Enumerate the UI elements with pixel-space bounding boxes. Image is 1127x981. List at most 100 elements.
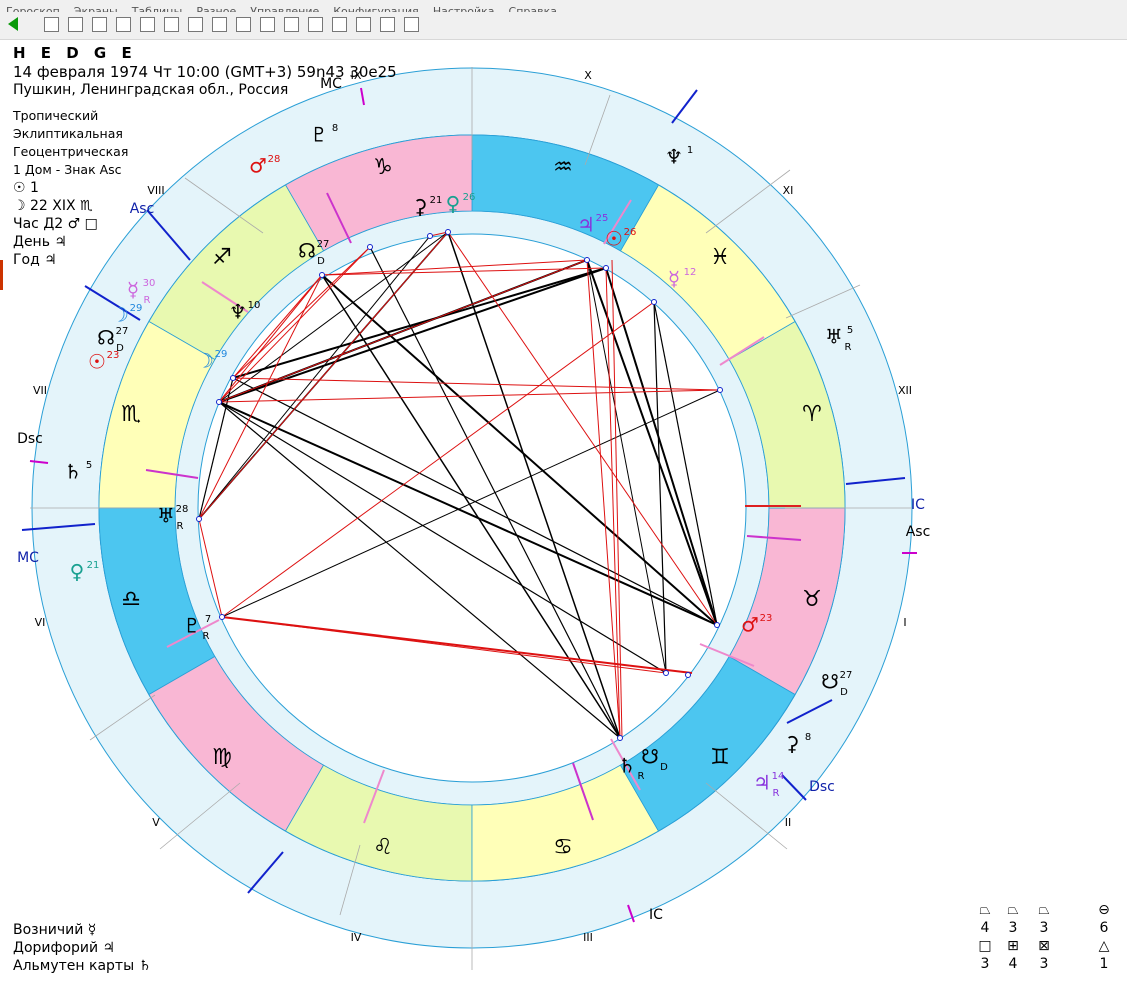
- chart-name: H E D G E: [13, 44, 137, 62]
- horoscope-wheel: ♈♉♊♋♌♍♎♏♐♑ ♒♓IIIIIIIVVVIVIIVIIIIX XXIXIIAs…: [17, 67, 930, 970]
- aspect-symbol: ⊖: [1098, 902, 1110, 918]
- aspect-symbol: ⏢: [1007, 902, 1019, 918]
- aspect-count: 4: [1008, 956, 1018, 972]
- planet-position-dot: [603, 265, 609, 271]
- planet-degree: 1: [687, 145, 693, 156]
- planet-degree: 10: [248, 300, 261, 311]
- transit-planet-glyph: ♀: [70, 560, 85, 584]
- sun-phase: ☉ 1: [13, 180, 39, 196]
- transit-planet-glyph: ♃: [753, 771, 771, 795]
- transit-planet-glyph: ☊: [97, 326, 115, 350]
- zodiac-sign-glyph: ♊: [710, 745, 730, 770]
- planet-degree: 28: [176, 504, 189, 515]
- ic-label: IC: [911, 497, 925, 513]
- birth-place: Пушкин, Ленинградская обл., Россия: [13, 82, 289, 98]
- planet-position-dot: [367, 244, 373, 250]
- zodiac-sign-glyph: ♉: [802, 587, 822, 612]
- planet-degree: 5: [847, 325, 853, 336]
- house-numeral: XI: [783, 184, 794, 197]
- zodiac-sign-glyph: ♑: [373, 155, 393, 180]
- planet-position-dot: [230, 375, 236, 381]
- house-numeral: VIII: [147, 184, 164, 197]
- planet-degree: 29: [130, 303, 143, 314]
- birth-date-line: 14 февраля 1974 Чт 10:00 (GMT+3) 59n43 3…: [13, 63, 397, 81]
- coordinate-type: Эклиптикальная: [13, 126, 123, 141]
- planet-retro-mark: D: [317, 256, 325, 267]
- house-numeral: I: [903, 616, 906, 629]
- aspect-symbol: ⊞: [1007, 938, 1019, 954]
- aspect-count: 6: [1099, 920, 1109, 936]
- center-type: Геоцентрическая: [13, 144, 129, 159]
- planet-retro-mark: D: [660, 762, 668, 773]
- house-numeral: III: [583, 931, 593, 944]
- planet-position-dot: [427, 233, 433, 239]
- planet-position-dot: [219, 614, 225, 620]
- planet-glyph: ☋: [821, 670, 839, 694]
- planet-retro-mark: R: [773, 788, 780, 799]
- aspect-count: 1: [1099, 956, 1109, 972]
- aspect-symbol: ⏢: [979, 902, 991, 918]
- aspect-count-table: ⏢ ⏢ ⏢ ⊖ 4 3 3 6 □ ⊞ ⊠ △ 3 4 3 1: [970, 900, 1120, 976]
- planet-glyph: ☽: [196, 349, 214, 373]
- house-numeral: XII: [898, 384, 912, 397]
- planet-degree: 21: [430, 195, 443, 206]
- aspect-symbol: □: [978, 938, 992, 954]
- planet-glyph: ♇: [310, 123, 328, 147]
- house-numeral: VII: [33, 384, 47, 397]
- zodiac-sign-glyph: ♓: [710, 245, 730, 270]
- aspect-count: 3: [1039, 956, 1049, 972]
- planet-retro-mark: R: [845, 342, 852, 353]
- planet-degree: 23: [760, 613, 773, 624]
- planet-degree: 5: [86, 460, 92, 471]
- planet-degree: 27: [840, 670, 853, 681]
- planet-glyph: ♂: [741, 613, 759, 637]
- house-numeral: IV: [351, 931, 362, 944]
- planet-glyph: ☿: [668, 267, 680, 291]
- planet-retro-mark: R: [177, 521, 184, 532]
- planet-glyph: ♆: [665, 145, 683, 169]
- planet-position-dot: [319, 272, 325, 278]
- planet-position-dot: [651, 299, 657, 305]
- dsc-label: Dsc: [17, 431, 43, 447]
- doryphory: Дорифорий ♃: [13, 940, 116, 956]
- zodiac-sign-glyph: ♐: [212, 245, 232, 270]
- transit-planet-glyph: ♄: [64, 460, 82, 484]
- planet-degree: 12: [684, 267, 697, 278]
- planet-glyph: ⚳: [413, 195, 428, 219]
- aspect-count: 3: [980, 956, 990, 972]
- chart-almuten: Альмутен карты ♄: [13, 958, 152, 974]
- zodiac-sign-glyph: ♋: [553, 835, 573, 860]
- planet-position-dot: [445, 229, 451, 235]
- transit-planet-glyph: ☉: [88, 350, 106, 374]
- aspect-symbol: △: [1098, 938, 1110, 954]
- house-system: 1 Дом - Знак Asc: [13, 162, 122, 177]
- planet-degree: 28: [268, 154, 281, 165]
- planet-glyph: ♇: [183, 614, 201, 638]
- planet-degree: 26: [624, 227, 637, 238]
- axis-line: [671, 89, 698, 124]
- planet-glyph: ♃: [577, 213, 595, 237]
- charioteer: Возничий ☿: [13, 922, 97, 938]
- planet-glyph: ☊: [298, 239, 316, 263]
- planet-retro-mark: R: [203, 631, 210, 642]
- planet-position-dot: [617, 735, 623, 741]
- zodiac-sign-glyph: ♍: [212, 745, 232, 770]
- planet-glyph: ♄: [618, 754, 636, 778]
- planet-degree: 7: [205, 614, 211, 625]
- planet-glyph: ♀: [446, 192, 461, 216]
- planet-position-dot: [717, 387, 723, 393]
- house-numeral: VI: [35, 616, 46, 629]
- planet-degree: 25: [596, 213, 609, 224]
- planet-position-dot: [196, 516, 202, 522]
- planet-degree: 21: [87, 560, 100, 571]
- planet-position-dot: [584, 257, 590, 263]
- planet-position-dot: [663, 670, 669, 676]
- planet-degree: 8: [332, 123, 338, 134]
- planet-degree: 23: [107, 350, 120, 361]
- planet-position-dot: [685, 672, 691, 678]
- planet-degree: 27: [116, 326, 129, 337]
- planet-retro-mark: R: [638, 771, 645, 782]
- planet-retro-mark: D: [840, 687, 848, 698]
- dsc-label: Dsc: [809, 779, 835, 795]
- house-numeral: V: [152, 816, 160, 829]
